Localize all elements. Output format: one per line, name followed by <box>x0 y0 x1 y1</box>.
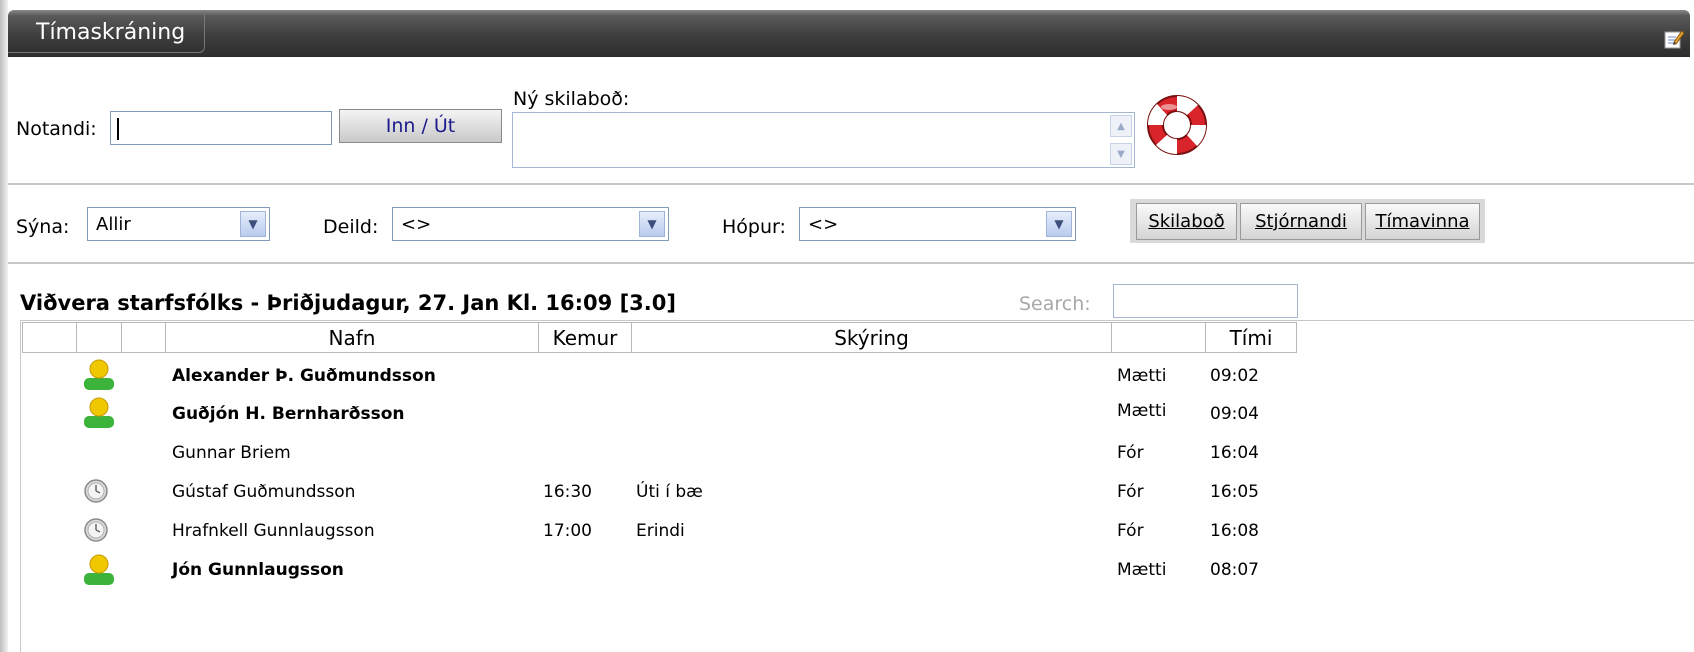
scroll-down-icon[interactable]: ▼ <box>1110 143 1132 165</box>
clock-icon <box>84 518 108 542</box>
column-header-status[interactable] <box>1111 322 1206 353</box>
group-select[interactable]: <> ▼ <box>799 207 1076 241</box>
window-titlebar: Tímaskráning <box>8 10 1690 57</box>
panel-title: Viðvera starfsfólks - Þriðjudagur, 27. J… <box>20 291 676 315</box>
column-header[interactable] <box>76 322 122 353</box>
message-label: Ný skilaboð: <box>513 88 630 110</box>
row-name: Guðjón H. Bernharðsson <box>172 404 405 424</box>
message-scrollbar[interactable]: ▲ ▼ <box>1110 115 1132 165</box>
column-header[interactable] <box>22 322 77 353</box>
show-select[interactable]: Allir ▼ <box>87 207 270 241</box>
column-header-name[interactable]: Nafn <box>165 322 539 353</box>
search-label: Search: <box>1019 293 1091 315</box>
user-input[interactable] <box>110 111 332 145</box>
tab-admin[interactable]: Stjórnandi <box>1240 203 1362 240</box>
row-name: Gunnar Briem <box>172 443 291 463</box>
tab-messages[interactable]: Skilaboð <box>1136 203 1237 240</box>
clock-icon <box>84 479 108 503</box>
row-status: Mætti <box>1117 366 1167 386</box>
row-status: Fór <box>1117 443 1144 463</box>
column-header-time[interactable]: Tími <box>1205 322 1297 353</box>
row-arrives: 16:30 <box>543 482 592 502</box>
row-time: 16:05 <box>1210 482 1259 502</box>
row-status: Fór <box>1117 521 1144 541</box>
window-left-edge <box>0 0 8 652</box>
row-name: Jón Gunnlaugsson <box>172 560 344 580</box>
text-cursor <box>117 118 119 140</box>
show-label: Sýna: <box>16 216 70 238</box>
search-input[interactable] <box>1113 284 1298 318</box>
dept-select-value: <> <box>401 214 432 235</box>
column-header-note[interactable]: Skýring <box>631 322 1112 353</box>
user-present-icon <box>84 397 114 428</box>
chevron-down-icon[interactable]: ▼ <box>639 211 665 237</box>
group-select-value: <> <box>808 214 839 235</box>
chevron-down-icon[interactable]: ▼ <box>1046 211 1072 237</box>
column-header[interactable] <box>121 322 166 353</box>
dept-label: Deild: <box>323 216 379 238</box>
row-time: 08:07 <box>1210 560 1259 580</box>
row-time: 09:02 <box>1210 366 1259 386</box>
tab-messages-label: Skilaboð <box>1148 211 1225 232</box>
inout-button[interactable]: Inn / Út <box>339 109 502 143</box>
row-arrives: 17:00 <box>543 521 592 541</box>
row-note: Úti í bæ <box>636 482 703 502</box>
show-select-value: Allir <box>96 214 131 235</box>
row-note: Erindi <box>636 521 685 541</box>
row-status: Mætti <box>1117 401 1167 421</box>
message-textarea[interactable]: ▲ ▼ <box>512 112 1135 168</box>
chevron-down-icon[interactable]: ▼ <box>240 211 266 237</box>
tab-admin-label: Stjórnandi <box>1255 211 1347 232</box>
user-present-icon <box>84 359 114 390</box>
row-name: Gústaf Guðmundsson <box>172 482 356 502</box>
row-status: Mætti <box>1117 560 1167 580</box>
edit-icon[interactable] <box>1664 29 1684 49</box>
user-label: Notandi: <box>16 118 97 140</box>
divider <box>8 183 1694 185</box>
column-header-arrives[interactable]: Kemur <box>538 322 632 353</box>
dept-select[interactable]: <> ▼ <box>392 207 669 241</box>
tab-hourly-work-label: Tímavinna <box>1375 211 1470 232</box>
group-label: Hópur: <box>722 216 786 238</box>
help-lifebuoy-icon[interactable] <box>1145 93 1209 157</box>
scroll-up-icon[interactable]: ▲ <box>1110 115 1132 137</box>
row-time: 16:04 <box>1210 443 1259 463</box>
tab-hourly-work[interactable]: Tímavinna <box>1365 203 1480 240</box>
row-time: 09:04 <box>1210 404 1259 424</box>
window-title: Tímaskráning <box>36 20 186 45</box>
row-status: Fór <box>1117 482 1144 502</box>
row-time: 16:08 <box>1210 521 1259 541</box>
row-name: Hrafnkell Gunnlaugsson <box>172 521 375 541</box>
divider <box>8 262 1694 264</box>
row-name: Alexander Þ. Guðmundsson <box>172 366 436 386</box>
user-present-icon <box>84 554 114 585</box>
